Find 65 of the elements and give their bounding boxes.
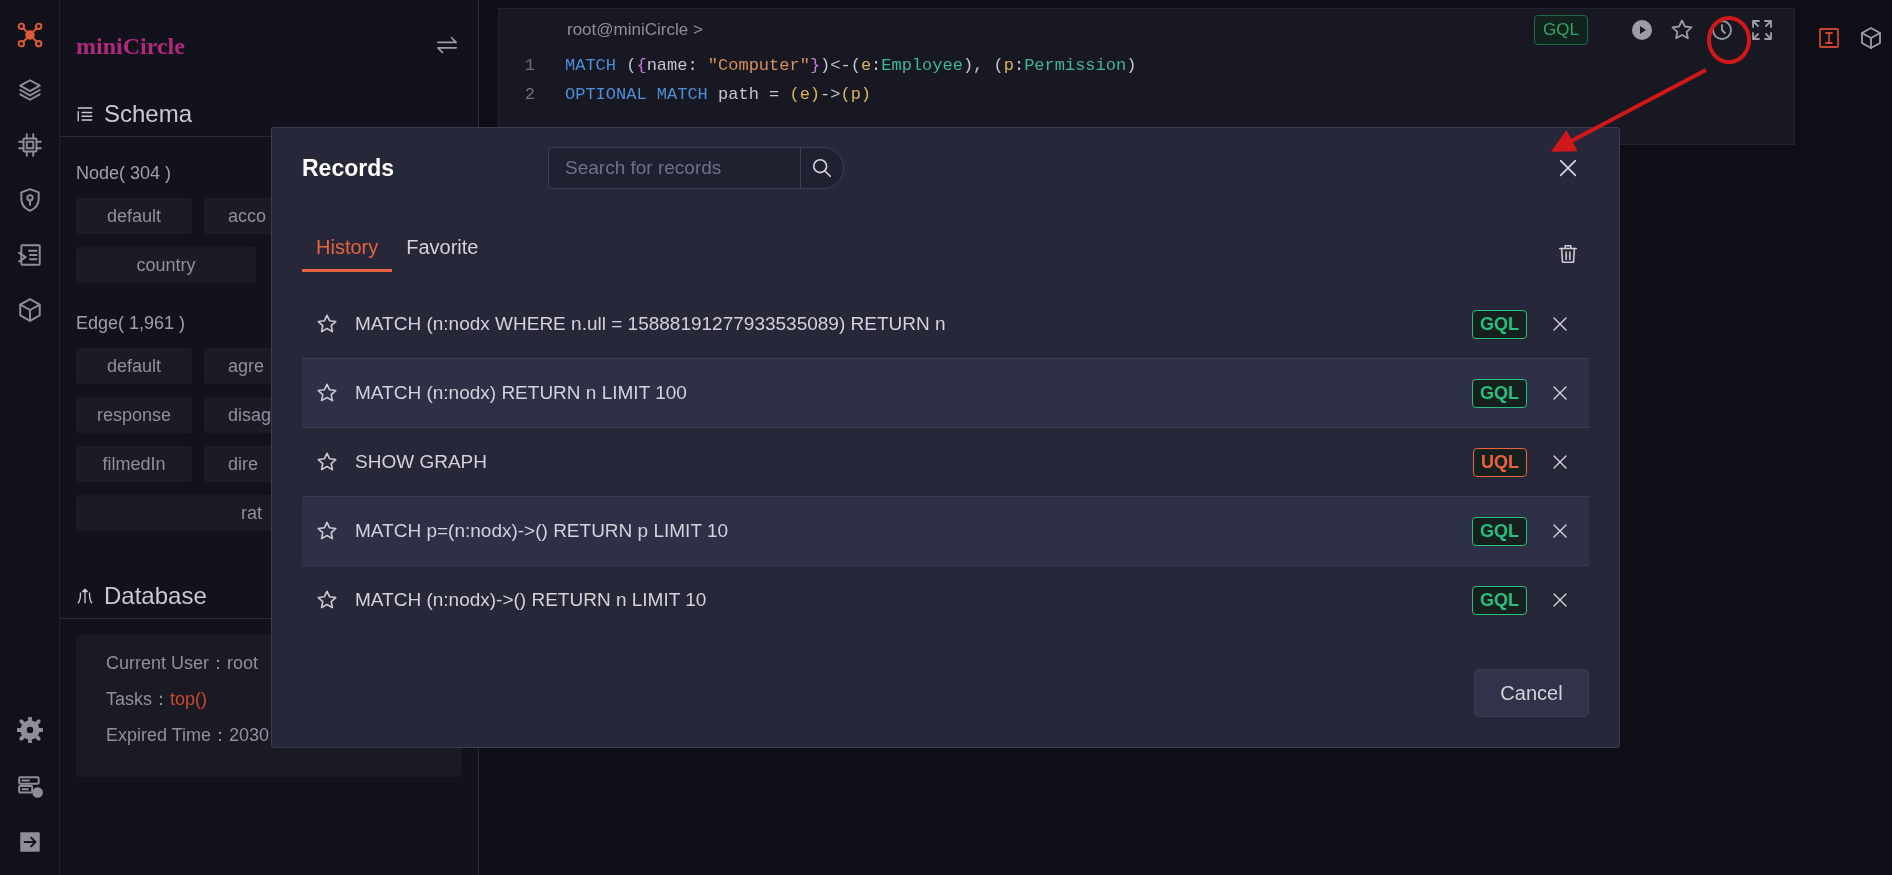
code-line: MATCH ({name: "Computer"})<-(e:Employee), (p:Permission) — [565, 55, 1137, 77]
schema-tag[interactable]: default — [76, 198, 192, 234]
expand-icon[interactable] — [1750, 18, 1774, 42]
dialog-title: Records — [302, 154, 396, 182]
tab[interactable]: Favorite — [392, 236, 493, 272]
query-text: MATCH (n:nodx WHERE n.ull = 15888191277933535089) RETURN n — [355, 313, 947, 335]
language-tag: GQL — [1472, 378, 1527, 408]
schema-tag[interactable]: filmedIn — [76, 446, 192, 482]
play-icon[interactable] — [1630, 18, 1654, 42]
info-line: Current User：root — [106, 652, 260, 675]
language-tag: GQL — [1472, 585, 1527, 615]
app-logo: miniCircle — [76, 32, 185, 60]
prompt-text: root@miniCircle > — [567, 20, 704, 40]
history-icon[interactable] — [1710, 18, 1734, 42]
remove-icon[interactable] — [1551, 453, 1569, 471]
star-icon[interactable] — [1670, 18, 1694, 42]
network-icon[interactable] — [16, 22, 43, 48]
trash-icon[interactable] — [1557, 243, 1579, 265]
record-row[interactable]: MATCH p=(n:nodx)->() RETURN p LIMIT 10 GQL — [302, 497, 1589, 566]
tab[interactable]: History — [302, 236, 393, 272]
query-text: MATCH (n:nodx)->() RETURN n LIMIT 10 — [355, 589, 708, 611]
task-link[interactable]: top() — [170, 689, 208, 709]
layers-icon[interactable] — [16, 77, 43, 103]
language-tag: GQL — [1472, 309, 1527, 339]
line-number: 2 — [523, 84, 535, 106]
language-badge[interactable]: GQL — [1534, 15, 1588, 45]
close-icon[interactable] — [1557, 157, 1579, 179]
query-text: SHOW GRAPH — [355, 451, 488, 473]
edge-count-label: Edge( 1,961 ) — [76, 313, 186, 334]
remove-icon[interactable] — [1551, 591, 1569, 609]
language-tag: UQL — [1473, 447, 1527, 477]
star-icon[interactable] — [316, 451, 338, 473]
cancel-button[interactable]: Cancel — [1474, 669, 1589, 717]
database-icon — [76, 587, 94, 605]
node-count-label: Node( 304 ) — [76, 163, 172, 184]
annotation-circle — [1707, 16, 1751, 64]
section-title: Schema — [104, 100, 193, 128]
star-icon[interactable] — [316, 520, 338, 542]
remove-icon[interactable] — [1551, 522, 1569, 540]
list-icon — [76, 105, 94, 123]
code-line: OPTIONAL MATCH path = (e)->(p) — [565, 84, 872, 106]
text-box-icon[interactable] — [1817, 26, 1841, 50]
remove-icon[interactable] — [1551, 384, 1569, 402]
star-icon[interactable] — [316, 382, 338, 404]
inbox-icon[interactable] — [16, 242, 43, 268]
info-line: Expired Time：2030 — [106, 724, 271, 747]
section-title: Database — [104, 582, 207, 610]
language-tag: GQL — [1472, 516, 1527, 546]
remove-icon[interactable] — [1551, 315, 1569, 333]
star-icon[interactable] — [316, 313, 338, 335]
server-icon[interactable] — [16, 773, 43, 799]
settings-icon[interactable] — [16, 717, 43, 743]
search-icon[interactable] — [811, 157, 833, 179]
star-icon[interactable] — [316, 589, 338, 611]
query-text: MATCH (n:nodx) RETURN n LIMIT 100 — [355, 382, 688, 404]
cube-icon[interactable] — [1859, 26, 1883, 50]
schema-tag[interactable]: response — [76, 397, 192, 433]
search-field[interactable]: Search for records — [548, 147, 844, 189]
schema-tag[interactable]: default — [76, 348, 192, 384]
cube-icon[interactable] — [16, 297, 43, 323]
schema-tag[interactable]: country — [76, 247, 256, 283]
record-row[interactable]: MATCH (n:nodx) RETURN n LIMIT 100 GQL — [302, 359, 1589, 428]
chip-icon[interactable] — [16, 132, 43, 158]
record-row[interactable]: MATCH (n:nodx)->() RETURN n LIMIT 10 GQL — [302, 566, 1589, 634]
line-number: 1 — [523, 55, 535, 77]
